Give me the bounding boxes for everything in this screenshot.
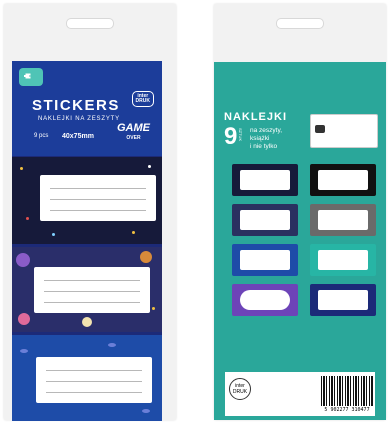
gamepad-icon xyxy=(19,68,43,86)
piece-count: 9 pcs xyxy=(34,133,49,139)
barcode xyxy=(321,376,373,406)
sticker-count: 9 xyxy=(224,123,238,150)
thumb-candy xyxy=(232,244,298,276)
sticker-label xyxy=(40,175,156,221)
front-header: STICKERS NAKLEJKI NA ZESZYTY 9 pcs 40x75… xyxy=(12,61,162,156)
thumb-space xyxy=(232,164,298,196)
hang-hole xyxy=(66,18,114,29)
brand-logo: inter DRUK xyxy=(131,91,154,107)
back-card: NAKLEJKI 9 SZTUK na zeszyty, książki i n… xyxy=(214,62,386,420)
thumb-controllers xyxy=(232,204,298,236)
barcode-number: 5 902277 310477 xyxy=(324,407,370,413)
front-package: STICKERS NAKLEJKI NA ZESZYTY 9 pcs 40x75… xyxy=(4,4,176,421)
thumb-teal xyxy=(310,244,376,276)
sticker-label xyxy=(34,267,150,313)
thumb-pixel xyxy=(310,164,376,196)
sticker-candy xyxy=(12,335,162,421)
back-description: na zeszyty, książki i nie tylko xyxy=(250,127,283,150)
sticker-space xyxy=(12,157,162,244)
interdruk-logo: inter DRUK xyxy=(229,378,251,400)
hang-hole xyxy=(276,18,324,29)
sticker-label xyxy=(36,357,152,403)
barcode-area: inter DRUK 5 902277 310477 xyxy=(225,372,375,416)
back-package: NAKLEJKI 9 SZTUK na zeszyty, książki i n… xyxy=(214,4,386,420)
thumb-gamepad xyxy=(232,284,298,316)
sticker-planets xyxy=(12,247,162,332)
back-title: NAKLEJKI xyxy=(224,111,288,123)
front-card: STICKERS NAKLEJKI NA ZESZYTY 9 pcs 40x75… xyxy=(12,61,162,421)
count-unit: SZTUK xyxy=(238,128,243,142)
product-title: STICKERS xyxy=(32,97,120,114)
sticker-size: 40x75mm xyxy=(62,133,94,140)
product-subtitle: NAKLEJKI NA ZESZYTY xyxy=(38,116,120,122)
thumb-grey xyxy=(310,204,376,236)
game-over-logo: GAME OVER xyxy=(117,122,150,142)
thumb-navy xyxy=(310,284,376,316)
thumb-game-over xyxy=(310,114,378,148)
